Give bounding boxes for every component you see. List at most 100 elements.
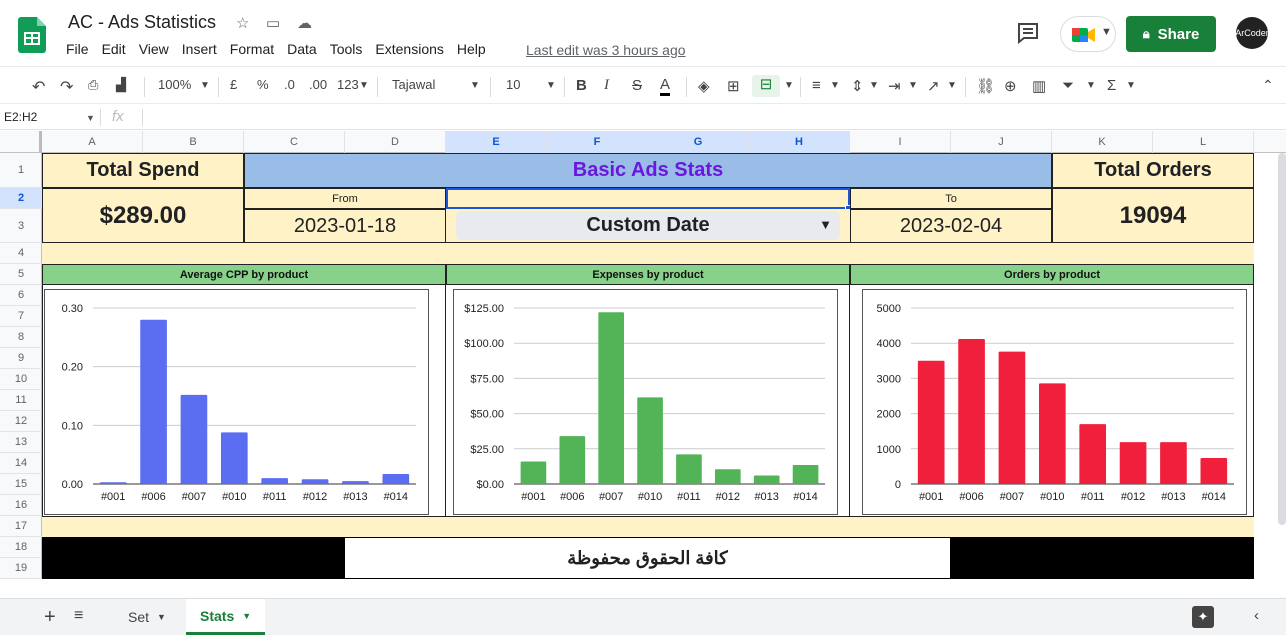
basic-ads-stats-header[interactable]: Basic Ads Stats [244, 153, 1052, 188]
paint-format-icon[interactable]: ▟ [116, 77, 126, 93]
sheet-tab-stats[interactable]: Stats ▼ [186, 599, 266, 635]
bar-014[interactable] [382, 474, 410, 484]
row-header-13[interactable]: 13 [0, 432, 42, 453]
from-label[interactable]: From [244, 188, 446, 209]
chevron-down-icon[interactable]: ▼ [546, 80, 556, 91]
bar-001[interactable] [917, 360, 945, 484]
row-header-11[interactable]: 11 [0, 390, 42, 411]
total-orders-value[interactable]: 19094 [1052, 188, 1254, 243]
more-formats-button[interactable]: 123 [337, 77, 359, 92]
column-header-a[interactable]: A [42, 131, 143, 153]
bar-010[interactable] [220, 432, 248, 484]
all-sheets-icon[interactable]: ≡ [74, 607, 83, 625]
menu-tools[interactable]: Tools [330, 41, 370, 57]
column-header-h[interactable]: H [749, 131, 850, 153]
fill-color-icon[interactable]: ◈ [698, 77, 710, 95]
bar-012[interactable] [1119, 442, 1147, 484]
decrease-decimal-button[interactable]: .0 [284, 77, 295, 92]
row-header-1[interactable]: 1 [0, 153, 42, 188]
chart-header-expenses[interactable]: Expenses by product [446, 264, 850, 285]
from-date[interactable]: 2023-01-18 [244, 209, 446, 243]
font-select[interactable]: Tajawal [392, 77, 435, 92]
select-all-corner[interactable] [0, 131, 42, 153]
zoom-select[interactable]: 100% [158, 77, 191, 92]
text-wrap-icon[interactable]: ⇥ [888, 77, 901, 95]
row-header-8[interactable]: 8 [0, 327, 42, 348]
chart-header-cpp[interactable]: Average CPP by product [42, 264, 446, 285]
sheet-tab-set[interactable]: Set ▼ [114, 599, 180, 635]
bar-010[interactable] [1038, 383, 1066, 484]
row-header-16[interactable]: 16 [0, 495, 42, 516]
insert-chart-icon[interactable]: ▥ [1032, 77, 1046, 95]
document-title[interactable]: AC - Ads Statistics [68, 12, 216, 33]
chevron-down-icon[interactable]: ▼ [947, 80, 957, 91]
avatar[interactable]: ArCoder [1235, 17, 1269, 49]
row-header-15[interactable]: 15 [0, 474, 42, 495]
borders-icon[interactable]: ⊞ [727, 77, 740, 95]
merge-cells-icon[interactable]: ⊟ [752, 75, 780, 97]
bar-012[interactable] [301, 479, 329, 484]
star-icon[interactable]: ☆ [236, 14, 249, 32]
insert-comment-icon[interactable]: ⊕ [1004, 77, 1017, 95]
text-color-button[interactable]: A [660, 77, 671, 96]
row-header-12[interactable]: 12 [0, 411, 42, 432]
row-header-9[interactable]: 9 [0, 348, 42, 369]
filter-icon[interactable]: ⏷ [1062, 77, 1074, 94]
row-header-19[interactable]: 19 [0, 558, 42, 579]
share-button[interactable]: 🔒︎ Share [1126, 16, 1216, 52]
last-edit-link[interactable]: Last edit was 3 hours ago [526, 42, 686, 58]
column-header-g[interactable]: G [648, 131, 749, 153]
total-spend-value[interactable]: $289.00 [42, 188, 244, 243]
bar-013[interactable] [1160, 442, 1187, 484]
chevron-down-icon[interactable]: ▼ [1126, 80, 1136, 91]
bar-006[interactable] [958, 338, 985, 484]
date-range-dropdown[interactable]: Custom Date ▼ [456, 211, 840, 240]
sheets-logo-icon[interactable] [18, 17, 46, 53]
menu-extensions[interactable]: Extensions [375, 41, 450, 57]
bar-007[interactable] [598, 312, 625, 484]
bar-014[interactable] [792, 464, 819, 484]
bar-014[interactable] [1200, 457, 1228, 484]
row-header-17[interactable]: 17 [0, 516, 42, 537]
explore-icon[interactable]: ✦ [1192, 606, 1214, 628]
chart-average-cpp[interactable]: 0.00 0.10 0.20 0.30 #001 #006 #007 #010 #011 #012… [44, 289, 429, 515]
text-rotation-icon[interactable]: ↗ [927, 77, 940, 95]
strikethrough-button[interactable]: S [632, 77, 642, 94]
to-label[interactable]: To [850, 188, 1052, 209]
menu-help[interactable]: Help [457, 41, 493, 57]
bar-006[interactable] [559, 436, 586, 484]
column-header-f[interactable]: F [547, 131, 648, 153]
column-header-c[interactable]: C [244, 131, 345, 153]
meet-button[interactable]: ▼ [1060, 16, 1116, 52]
column-header-i[interactable]: I [850, 131, 951, 153]
add-sheet-icon[interactable]: + [44, 606, 56, 629]
currency-format-button[interactable]: £ [230, 77, 237, 92]
column-header-j[interactable]: J [951, 131, 1052, 153]
chart-expenses[interactable]: $0.00 $25.00 $50.00 $75.00 $100.00 $125.00 #00… [453, 289, 838, 515]
chevron-down-icon[interactable]: ▼ [470, 80, 480, 91]
row-header-5[interactable]: 5 [0, 264, 42, 285]
vertical-scrollbar[interactable] [1278, 153, 1286, 525]
bar-011[interactable] [261, 478, 289, 484]
to-date[interactable]: 2023-02-04 [850, 209, 1052, 243]
undo-icon[interactable]: ↶ [32, 77, 45, 97]
cloud-status-icon[interactable]: ☁ [297, 14, 312, 32]
bar-006[interactable] [140, 319, 167, 484]
row-header-4[interactable]: 4 [0, 243, 42, 264]
bar-013[interactable] [753, 475, 780, 484]
redo-icon[interactable]: ↷ [60, 77, 73, 97]
comment-icon[interactable] [1016, 22, 1040, 44]
chevron-down-icon[interactable]: ▼ [86, 113, 95, 123]
column-header-l[interactable]: L [1153, 131, 1254, 153]
bar-013[interactable] [342, 481, 369, 484]
total-spend-label[interactable]: Total Spend [42, 153, 244, 188]
bar-007[interactable] [998, 351, 1026, 484]
move-folder-icon[interactable]: ▭ [266, 14, 280, 32]
column-header-b[interactable]: B [143, 131, 244, 153]
menu-data[interactable]: Data [287, 41, 324, 57]
row-header-6[interactable]: 6 [0, 285, 42, 306]
bar-001[interactable] [520, 461, 547, 484]
percent-format-button[interactable]: % [257, 77, 269, 92]
chevron-down-icon[interactable]: ▼ [784, 80, 794, 91]
row-header-2[interactable]: 2 [0, 188, 42, 209]
